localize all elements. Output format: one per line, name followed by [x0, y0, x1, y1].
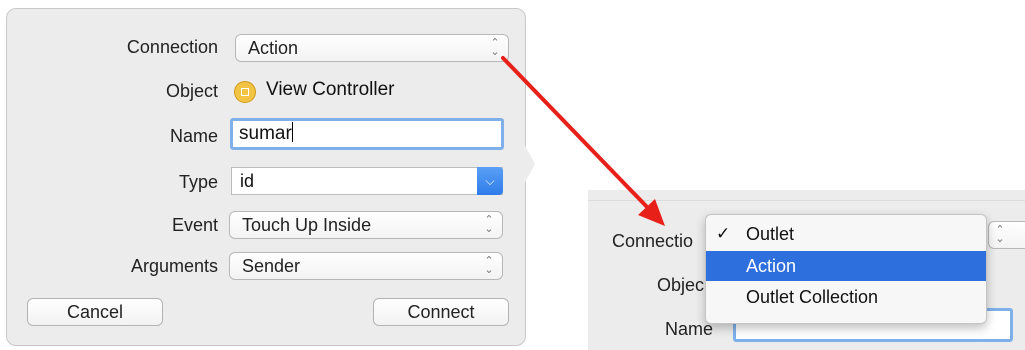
- crop-top-edge: [588, 190, 1025, 201]
- name-field[interactable]: sumar: [230, 118, 504, 150]
- menu-item-label: Action: [746, 256, 797, 276]
- arguments-label: Arguments: [130, 256, 218, 276]
- connection-popover: Connection Action ⌃ ⌄ Object View Control…: [6, 8, 526, 346]
- connection-menu-crop: Connectio Objec Name ⌃ ⌄ ✓ Outlet Action …: [588, 190, 1025, 350]
- menu-item-label: Outlet: [746, 224, 795, 244]
- connection-dropdown-menu: ✓ Outlet Action Outlet Collection: [705, 214, 987, 324]
- text-caret: [291, 122, 293, 142]
- arguments-popup-value: Sender: [242, 256, 301, 276]
- menu-item-action[interactable]: Action: [706, 251, 986, 281]
- screenshot-stage: Connection Action ⌃ ⌄ Object View Control…: [0, 0, 1025, 350]
- type-field-value: id: [240, 171, 255, 191]
- name-field-value: sumar: [239, 123, 292, 144]
- event-popup[interactable]: Touch Up Inside ⌃ ⌄: [229, 211, 503, 239]
- connection-label-cropped: Connectio: [612, 231, 694, 251]
- object-label: Object: [165, 81, 218, 101]
- type-label: Type: [178, 172, 218, 192]
- name-label: Name: [169, 126, 218, 146]
- connect-button[interactable]: Connect: [373, 298, 509, 326]
- connection-label: Connection: [126, 37, 218, 57]
- event-popup-value: Touch Up Inside: [242, 215, 372, 235]
- stepper-icon: ⌃ ⌄: [490, 37, 500, 58]
- arguments-popup[interactable]: Sender ⌃ ⌄: [229, 252, 503, 280]
- chevron-down-icon[interactable]: ⌵: [477, 167, 503, 195]
- menu-item-outlet[interactable]: ✓ Outlet: [706, 219, 986, 249]
- menu-item-label: Outlet Collection: [746, 287, 879, 307]
- object-value: View Controller: [266, 79, 395, 100]
- popover-arrow: [521, 138, 535, 190]
- stepper-icon: ⌃ ⌄: [484, 214, 494, 235]
- object-label-cropped: Objec: [657, 275, 705, 295]
- stepper-icon: ⌃ ⌄: [995, 224, 1005, 245]
- menu-item-outlet-collection[interactable]: Outlet Collection: [706, 282, 986, 312]
- type-combo-box[interactable]: id ⌵: [231, 167, 503, 195]
- connection-popup-cropped[interactable]: ⌃ ⌄: [988, 221, 1025, 249]
- checkmark-icon: ✓: [716, 224, 731, 243]
- event-label: Event: [171, 215, 218, 235]
- connection-popup[interactable]: Action ⌃ ⌄: [235, 34, 509, 62]
- cancel-button[interactable]: Cancel: [27, 298, 163, 326]
- stepper-icon: ⌃ ⌄: [484, 255, 494, 276]
- connection-popup-value: Action: [248, 38, 299, 58]
- view-controller-icon: [234, 81, 256, 103]
